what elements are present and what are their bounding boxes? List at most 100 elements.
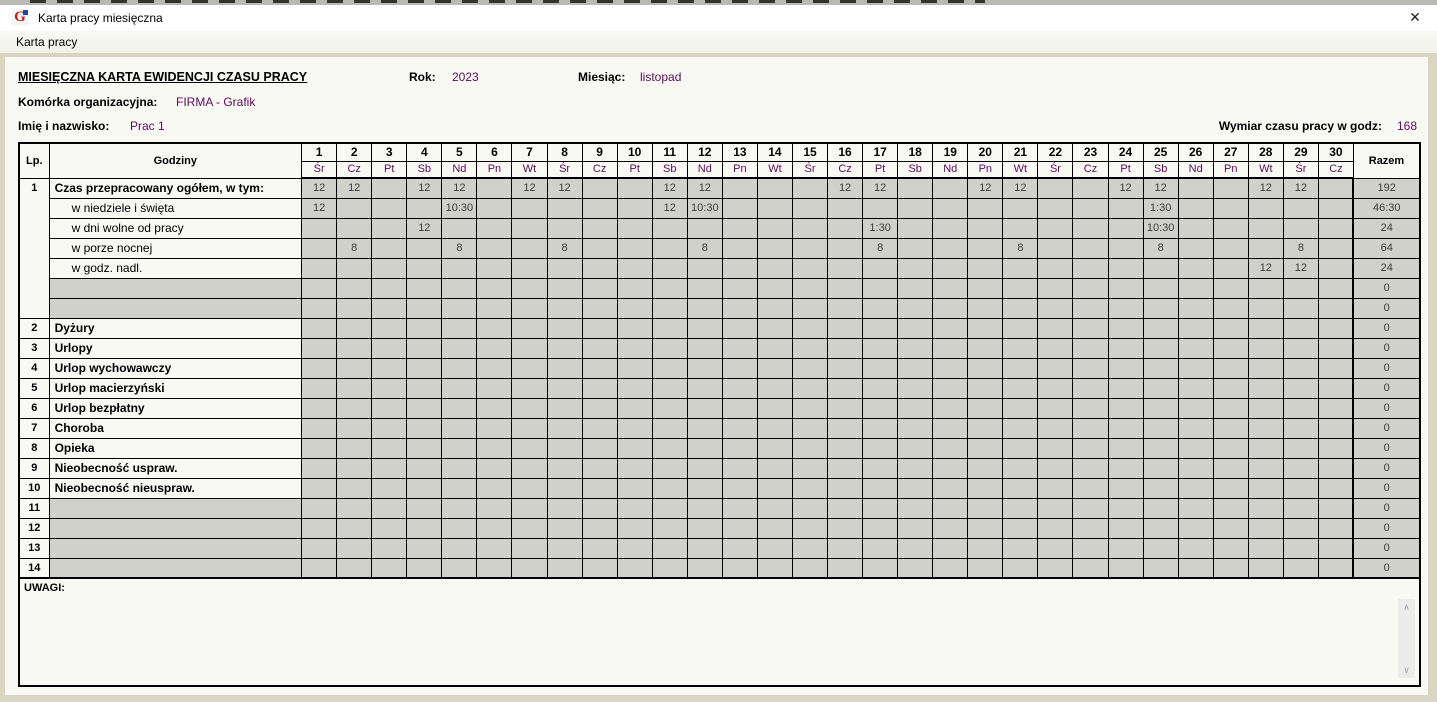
day-weekday-header: Pn <box>477 161 512 178</box>
row-number: 2 <box>19 318 49 338</box>
day-cell <box>1213 358 1248 378</box>
day-cell <box>1003 478 1038 498</box>
day-number-header: 3 <box>372 143 407 161</box>
day-cell <box>582 178 617 198</box>
day-number-header: 7 <box>512 143 547 161</box>
day-cell <box>898 558 933 578</box>
day-cell <box>757 498 792 518</box>
razem-cell: 0 <box>1353 538 1420 558</box>
day-cell <box>828 538 863 558</box>
scroll-up-icon[interactable]: ∧ <box>1398 602 1415 612</box>
day-cell <box>1073 518 1108 538</box>
day-cell <box>1108 358 1143 378</box>
day-cell <box>1318 338 1353 358</box>
razem-cell: 0 <box>1353 338 1420 358</box>
day-cell <box>582 218 617 238</box>
day-number-header: 4 <box>407 143 442 161</box>
day-cell <box>933 358 968 378</box>
day-cell <box>582 198 617 218</box>
day-cell <box>582 378 617 398</box>
menu-item-karta-pracy[interactable]: Karta pracy <box>13 35 80 49</box>
day-cell: 12 <box>512 178 547 198</box>
day-cell <box>687 538 722 558</box>
day-cell <box>968 478 1003 498</box>
day-number-header: 23 <box>1073 143 1108 161</box>
day-cell <box>828 398 863 418</box>
day-cell <box>792 498 827 518</box>
day-cell <box>547 218 582 238</box>
day-cell <box>477 518 512 538</box>
day-cell <box>302 238 337 258</box>
day-cell <box>442 478 477 498</box>
title-bar: G Karta pracy miesięczna ✕ <box>0 5 1437 31</box>
day-cell <box>547 358 582 378</box>
day-cell <box>1283 358 1318 378</box>
day-cell <box>1318 498 1353 518</box>
day-cell <box>617 198 652 218</box>
day-cell <box>1213 478 1248 498</box>
day-cell <box>898 458 933 478</box>
day-cell: 10:30 <box>1143 218 1178 238</box>
row-label: w niedziele i święta <box>49 198 302 218</box>
day-cell <box>1283 418 1318 438</box>
day-cell <box>792 298 827 318</box>
row-label: Dyżury <box>49 318 302 338</box>
day-cell <box>337 458 372 478</box>
day-cell <box>617 498 652 518</box>
day-cell <box>1073 318 1108 338</box>
day-cell <box>933 178 968 198</box>
day-cell <box>828 458 863 478</box>
day-cell: 8 <box>687 238 722 258</box>
day-cell <box>792 398 827 418</box>
day-cell <box>1178 338 1213 358</box>
day-cell <box>898 378 933 398</box>
day-cell <box>933 338 968 358</box>
day-weekday-header: Śr <box>792 161 827 178</box>
day-cell <box>933 538 968 558</box>
day-cell <box>652 518 687 538</box>
uwagi-scrollbar[interactable]: ∧ ∨ <box>1398 599 1415 678</box>
day-weekday-header: Nd <box>687 161 722 178</box>
day-cell <box>968 338 1003 358</box>
day-cell <box>1283 518 1318 538</box>
day-cell <box>652 258 687 278</box>
close-icon[interactable]: ✕ <box>1403 9 1427 26</box>
miesiac-label: Miesiąc: <box>578 70 625 84</box>
day-cell <box>547 398 582 418</box>
day-cell <box>442 338 477 358</box>
day-cell <box>1108 318 1143 338</box>
day-cell <box>757 458 792 478</box>
day-cell <box>1143 338 1178 358</box>
day-cell <box>1143 278 1178 298</box>
row-number: 1 <box>19 178 49 318</box>
day-cell <box>1003 458 1038 478</box>
row-label <box>49 558 302 578</box>
day-cell <box>757 238 792 258</box>
day-cell <box>1038 338 1073 358</box>
day-cell <box>898 358 933 378</box>
day-cell <box>1038 218 1073 238</box>
day-cell <box>1213 318 1248 338</box>
day-cell: 12 <box>1248 178 1283 198</box>
day-number-header: 15 <box>792 143 827 161</box>
day-cell <box>863 318 898 338</box>
scroll-down-icon[interactable]: ∨ <box>1398 665 1415 675</box>
day-cell <box>547 438 582 458</box>
day-cell <box>722 238 757 258</box>
day-cell <box>302 338 337 358</box>
day-cell <box>372 538 407 558</box>
day-cell <box>898 398 933 418</box>
day-cell <box>722 458 757 478</box>
row-number: 14 <box>19 558 49 578</box>
day-weekday-header: Wt <box>1248 161 1283 178</box>
row-label <box>49 298 302 318</box>
day-cell <box>617 318 652 338</box>
day-cell <box>1038 258 1073 278</box>
day-cell <box>828 378 863 398</box>
day-cell <box>512 358 547 378</box>
day-cell <box>1003 538 1038 558</box>
day-cell <box>1073 498 1108 518</box>
day-cell <box>1038 538 1073 558</box>
day-cell <box>302 458 337 478</box>
day-cell <box>687 418 722 438</box>
